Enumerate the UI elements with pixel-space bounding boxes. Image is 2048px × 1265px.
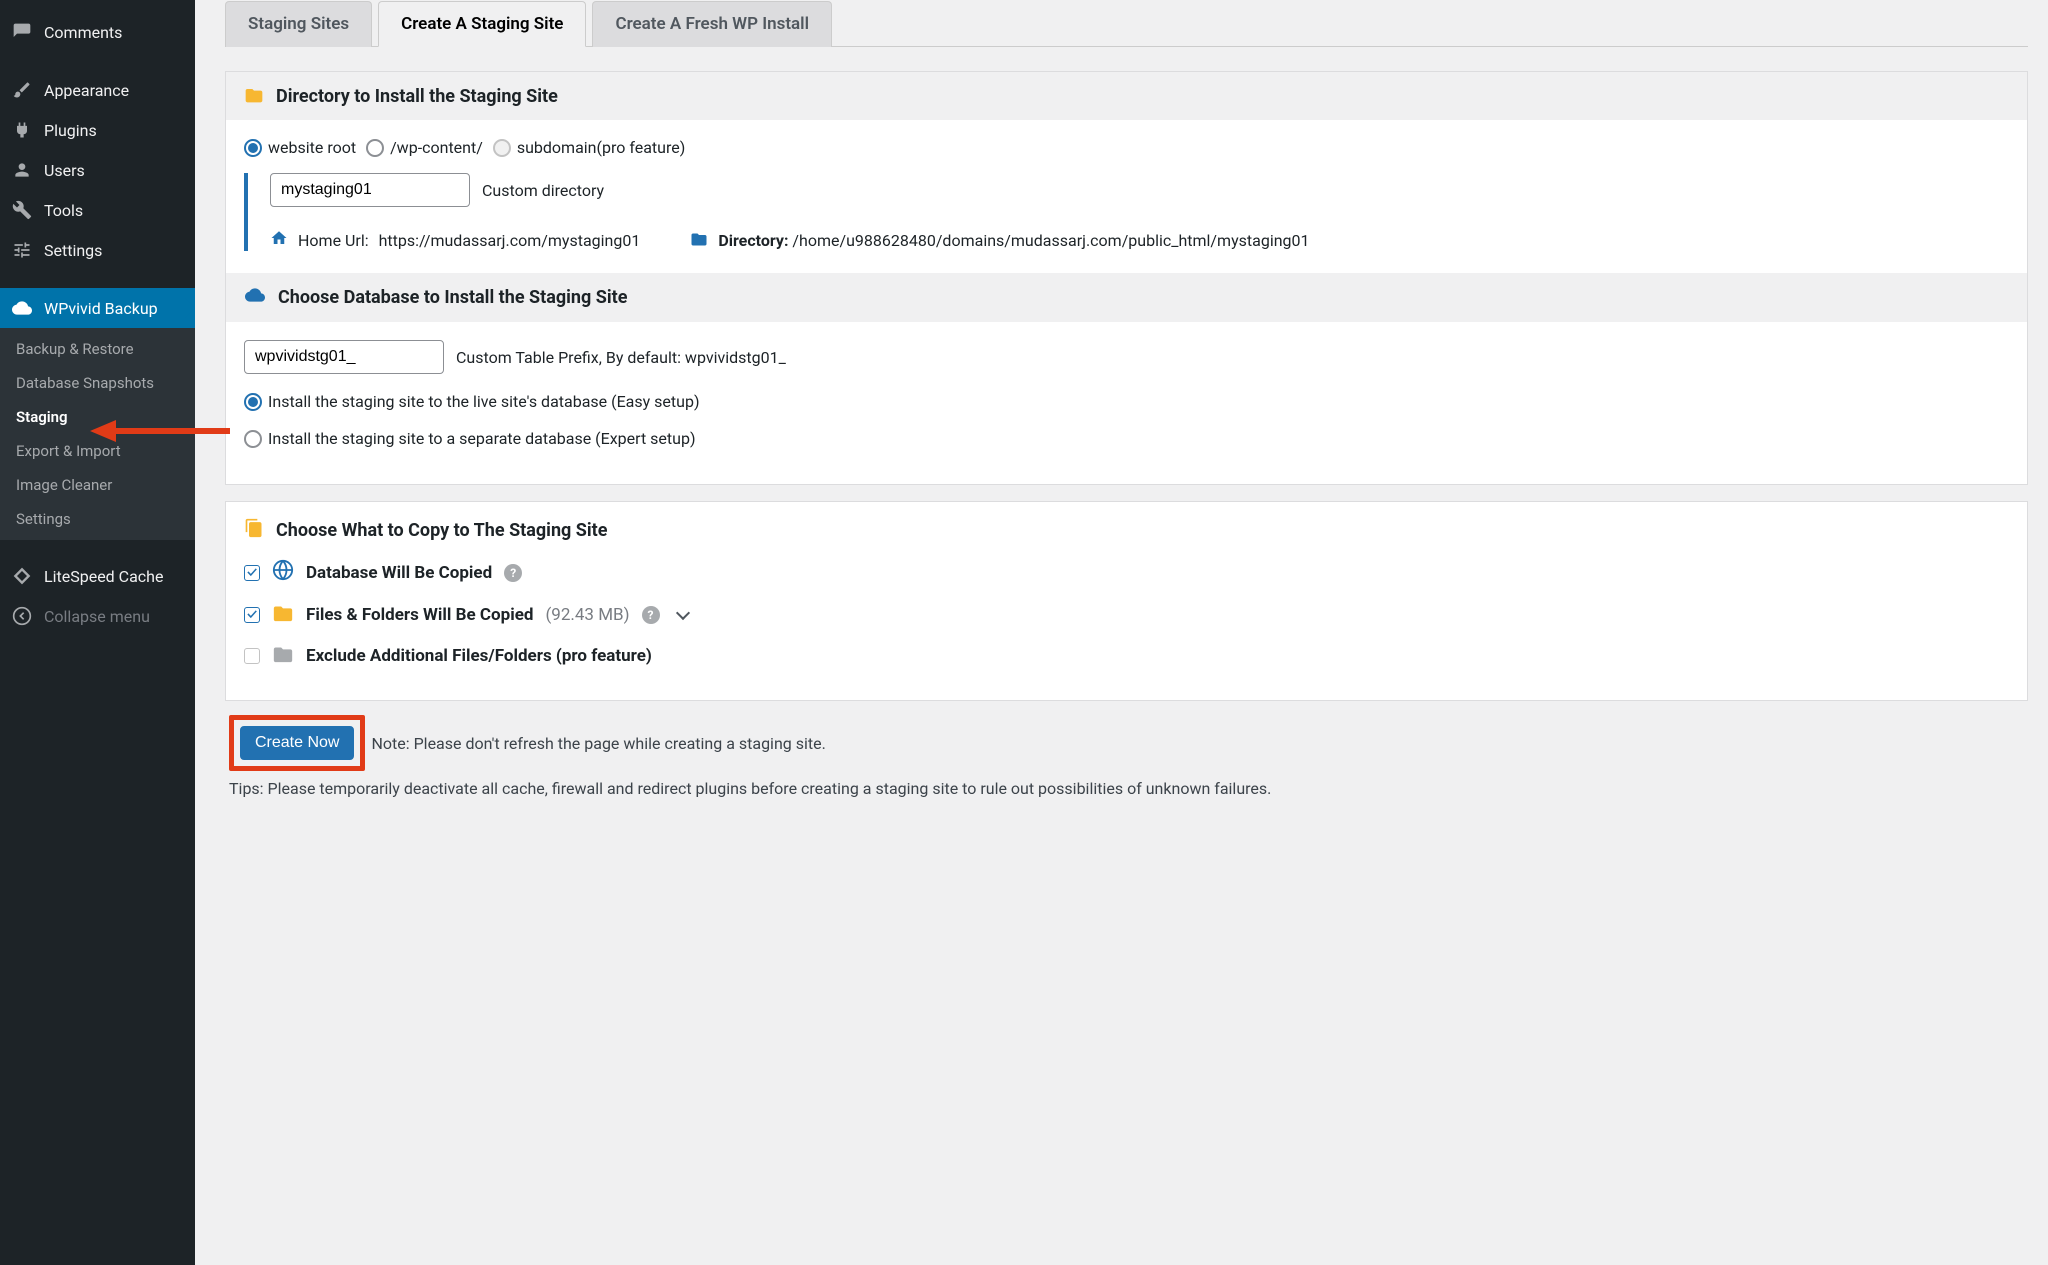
sidebar-item-users[interactable]: Users	[0, 150, 195, 190]
sidebar-label: Plugins	[44, 121, 97, 140]
submenu-export-import[interactable]: Export & Import	[0, 434, 195, 468]
cloud-icon	[12, 298, 32, 318]
copy-files-row[interactable]: ✓ Files & Folders Will Be Copied (92.43 …	[244, 602, 2009, 627]
radio-wp-content[interactable]: /wp-content/	[366, 138, 483, 157]
folder-icon	[690, 230, 708, 250]
checkbox-icon: ✓	[244, 565, 260, 581]
help-icon[interactable]: ?	[504, 564, 522, 582]
folder-open-icon	[272, 602, 294, 627]
globe-icon	[272, 559, 294, 586]
home-url-value: https://mudassarj.com/mystaging01	[379, 231, 641, 250]
checkbox-icon: ✓	[244, 648, 260, 664]
section-directory-header: Directory to Install the Staging Site	[226, 72, 2027, 120]
copy-label: Exclude Additional Files/Folders (pro fe…	[306, 646, 652, 666]
table-prefix-label: Custom Table Prefix, By default: wpvivid…	[456, 348, 786, 367]
submenu-db-snapshots[interactable]: Database Snapshots	[0, 366, 195, 400]
section-copy-header: Choose What to Copy to The Staging Site	[244, 518, 2009, 543]
section-database-header: Choose Database to Install the Staging S…	[226, 273, 2027, 322]
tabs-nav: Staging Sites Create A Staging Site Crea…	[225, 0, 2028, 47]
sidebar-item-litespeed[interactable]: LiteSpeed Cache	[0, 556, 195, 596]
panel-copy-options: Choose What to Copy to The Staging Site …	[225, 501, 2028, 701]
copy-exclude-row[interactable]: ✓ Exclude Additional Files/Folders (pro …	[244, 643, 2009, 668]
sidebar-item-tools[interactable]: Tools	[0, 190, 195, 230]
sidebar-item-wpvivid[interactable]: WPvivid Backup	[0, 288, 195, 328]
submenu-image-cleaner[interactable]: Image Cleaner	[0, 468, 195, 502]
collapse-icon	[12, 606, 32, 626]
annotation-highlight: Create Now	[229, 715, 365, 771]
main-content: Staging Sites Create A Staging Site Crea…	[195, 0, 2048, 1265]
install-location-radio-group: website root /wp-content/ subdomain(pro …	[244, 138, 2009, 157]
checkbox-icon: ✓	[244, 607, 260, 623]
tips-text: Tips: Please temporarily deactivate all …	[229, 771, 2024, 798]
files-size: (92.43 MB)	[545, 605, 629, 625]
create-now-button[interactable]: Create Now	[240, 726, 354, 760]
submenu-staging[interactable]: Staging	[0, 400, 195, 434]
sliders-icon	[12, 240, 32, 260]
sidebar-label: Tools	[44, 201, 83, 220]
chevron-down-icon[interactable]	[675, 605, 689, 619]
sidebar-label: Appearance	[44, 81, 129, 100]
tab-fresh-install[interactable]: Create A Fresh WP Install	[592, 1, 832, 47]
sidebar-item-appearance[interactable]: Appearance	[0, 70, 195, 110]
footer-area: Create Now Note: Please don't refresh th…	[225, 701, 2028, 812]
litespeed-icon	[12, 566, 32, 586]
tab-create-staging[interactable]: Create A Staging Site	[378, 1, 586, 47]
radio-label: subdomain(pro feature)	[517, 138, 685, 157]
directory-label: Directory:	[718, 231, 788, 250]
admin-sidebar: Comments Appearance Plugins Users Tools …	[0, 0, 195, 1265]
radio-label: Install the staging site to a separate d…	[268, 429, 696, 448]
home-url-label: Home Url:	[298, 231, 369, 250]
sidebar-label: Collapse menu	[44, 607, 150, 626]
comment-icon	[12, 22, 32, 42]
sidebar-label: LiteSpeed Cache	[44, 567, 163, 586]
radio-label: /wp-content/	[390, 138, 483, 157]
submenu-settings[interactable]: Settings	[0, 502, 195, 536]
panel-staging-config: Directory to Install the Staging Site we…	[225, 71, 2028, 485]
custom-directory-input[interactable]	[270, 173, 470, 207]
radio-subdomain[interactable]: subdomain(pro feature)	[493, 138, 685, 157]
sidebar-item-comments[interactable]: Comments	[0, 12, 195, 52]
sidebar-label: Settings	[44, 241, 102, 260]
sidebar-item-plugins[interactable]: Plugins	[0, 110, 195, 150]
table-prefix-input[interactable]	[244, 340, 444, 374]
tab-staging-sites[interactable]: Staging Sites	[225, 1, 372, 47]
section-title: Choose Database to Install the Staging S…	[278, 287, 627, 308]
copy-database-row[interactable]: ✓ Database Will Be Copied ?	[244, 559, 2009, 586]
sidebar-label: WPvivid Backup	[44, 299, 158, 318]
copy-label: Database Will Be Copied	[306, 563, 492, 583]
user-icon	[12, 160, 32, 180]
copy-label: Files & Folders Will Be Copied	[306, 605, 533, 625]
radio-db-expert[interactable]: Install the staging site to a separate d…	[244, 429, 696, 448]
section-title: Choose What to Copy to The Staging Site	[276, 520, 607, 541]
radio-label: Install the staging site to the live sit…	[268, 392, 700, 411]
radio-website-root[interactable]: website root	[244, 138, 356, 157]
radio-db-easy[interactable]: Install the staging site to the live sit…	[244, 392, 700, 411]
help-icon[interactable]: ?	[642, 606, 660, 624]
cloud-icon	[244, 285, 266, 310]
wpvivid-submenu: Backup & Restore Database Snapshots Stag…	[0, 328, 195, 540]
home-icon	[270, 229, 288, 251]
brush-icon	[12, 80, 32, 100]
radio-label: website root	[268, 138, 356, 157]
folder-icon	[272, 643, 294, 668]
note-text: Note: Please don't refresh the page whil…	[371, 734, 825, 753]
wrench-icon	[12, 200, 32, 220]
sidebar-label: Users	[44, 161, 85, 180]
sidebar-label: Comments	[44, 23, 122, 42]
folder-icon	[244, 84, 264, 108]
directory-value: /home/u988628480/domains/mudassarj.com/p…	[792, 231, 1309, 250]
submenu-backup-restore[interactable]: Backup & Restore	[0, 332, 195, 366]
sidebar-item-settings[interactable]: Settings	[0, 230, 195, 270]
section-title: Directory to Install the Staging Site	[276, 86, 558, 107]
custom-directory-label: Custom directory	[482, 181, 604, 200]
copy-icon	[244, 518, 264, 543]
plug-icon	[12, 120, 32, 140]
sidebar-collapse[interactable]: Collapse menu	[0, 596, 195, 636]
